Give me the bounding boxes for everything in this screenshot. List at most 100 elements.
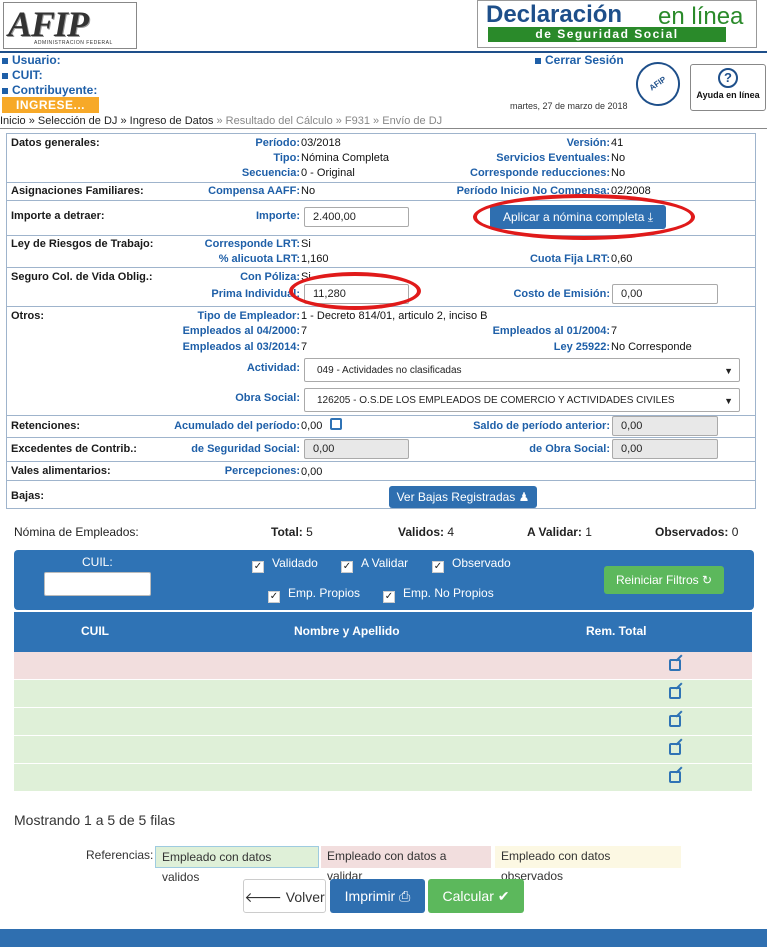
table-row[interactable] xyxy=(14,764,752,792)
section-otros: Otros: xyxy=(11,310,44,322)
calcular-label: Calcular xyxy=(442,888,494,904)
table-row[interactable] xyxy=(14,708,752,736)
edit-icon[interactable] xyxy=(669,771,681,783)
edit-icon[interactable] xyxy=(669,743,681,755)
bullet-icon xyxy=(2,87,8,94)
cerrar-sesion-link[interactable]: Cerrar Sesión xyxy=(535,53,624,67)
check-icon: ✓ xyxy=(383,591,395,603)
cuit-label: CUIT: xyxy=(2,68,43,82)
edit-icon[interactable] xyxy=(669,687,681,699)
ref-avalidar: Empleado con datos a validar xyxy=(321,846,491,883)
edit-icon[interactable] xyxy=(330,418,342,430)
col-cuil[interactable]: CUIL xyxy=(81,624,109,638)
seguridad-social-label: de Seguridad Social: xyxy=(191,443,300,455)
costo-emision-input[interactable]: 0,00 xyxy=(612,284,718,304)
table-row[interactable] xyxy=(14,680,752,708)
imprimir-label: Imprimir xyxy=(344,888,396,904)
filter-panel: CUIL: ✓ Validado ✓ A Validar ✓ Observado ✓ E… xyxy=(14,550,754,610)
check-icon: ✓ xyxy=(252,561,264,573)
check-icon: ✔ xyxy=(497,888,510,904)
periodo-label: Período: xyxy=(255,137,300,149)
validos-count: Validos: 4 xyxy=(398,525,454,539)
empleados-2004-value: 7 xyxy=(611,325,618,337)
col-nombre[interactable]: Nombre y Apellido xyxy=(294,624,400,638)
afip-logo: AFIP ADMINISTRACION FEDERAL xyxy=(3,2,137,49)
reiniciar-filtros-button[interactable]: Reiniciar Filtros ↻ xyxy=(604,566,724,594)
breadcrumb-divider xyxy=(0,128,767,129)
calcular-button[interactable]: Calcular ✔ xyxy=(428,879,524,913)
emp-propios-checkbox[interactable]: ✓ Emp. Propios xyxy=(268,586,360,603)
percepciones-label: Percepciones: xyxy=(224,465,300,477)
con-poliza-label: Con Póliza: xyxy=(240,271,300,283)
reducciones-value: No xyxy=(611,167,626,179)
importe-input[interactable]: 2.400,00 xyxy=(304,207,409,227)
volver-label: Volver xyxy=(285,889,325,905)
section-lrt: Ley de Riesgos de Trabajo: xyxy=(11,238,154,250)
current-date: martes, 27 de marzo de 2018 xyxy=(510,101,628,111)
pagination-info: Mostrando 1 a 5 de 5 filas xyxy=(14,812,176,828)
references-legend: Referencias: Empleado con datos validos … xyxy=(86,846,681,884)
avalidar-filter-label: A Validar xyxy=(361,556,409,570)
section-asignaciones: Asignaciones Familiares: xyxy=(11,185,144,197)
compensa-aaff-label: Compensa AAFF: xyxy=(208,185,300,197)
tipo-value: Nómina Completa xyxy=(301,152,390,164)
emp-no-propios-checkbox[interactable]: ✓ Emp. No Propios xyxy=(383,586,494,603)
check-icon: ✓ xyxy=(268,591,280,603)
breadcrumb-item-seleccion[interactable]: Selección de DJ xyxy=(38,115,118,127)
corresponde-lrt-label: Corresponde LRT: xyxy=(204,238,300,250)
reducciones-label: Corresponde reducciones: xyxy=(470,167,610,179)
ver-bajas-button[interactable]: Ver Bajas Registradas ♟ xyxy=(389,486,537,508)
avalidar-label: A Validar: xyxy=(527,525,582,539)
ingrese-button[interactable]: INGRESE... xyxy=(2,97,99,113)
breadcrumb-sep: » xyxy=(370,115,383,127)
empleados-2000-value: 7 xyxy=(301,325,308,337)
table-row[interactable] xyxy=(14,736,752,764)
usuario-text: Usuario: xyxy=(12,53,61,67)
section-datos-generales: Datos generales: xyxy=(11,137,100,149)
contribuyente-label: Contribuyente: xyxy=(2,83,97,97)
saldo-anterior-label: Saldo de período anterior: xyxy=(473,420,610,432)
breadcrumb-item-ingreso[interactable]: Ingreso de Datos xyxy=(130,115,214,127)
ayuda-label: Ayuda en línea xyxy=(696,90,760,100)
imprimir-button[interactable]: Imprimir ⎙ xyxy=(330,879,425,913)
compensa-aaff-value: No xyxy=(301,185,316,197)
logo-title-a: Declaración xyxy=(486,1,623,28)
col-rem-total[interactable]: Rem. Total xyxy=(586,624,646,638)
afip-seal-icon: AFIP xyxy=(627,53,689,115)
breadcrumb-item-resultado: Resultado del Cálculo xyxy=(225,115,333,127)
volver-button[interactable]: 🡐 Volver xyxy=(243,879,326,913)
ley-25922-value: No Corresponde xyxy=(611,341,692,353)
nomina-label: Nómina de Empleados: xyxy=(14,525,139,539)
section-seguro-vida: Seguro Col. de Vida Oblig.: xyxy=(11,271,153,283)
observados-label: Observados: xyxy=(655,525,729,539)
afip-logo-subtext: ADMINISTRACION FEDERAL xyxy=(34,40,113,46)
references-label: Referencias: xyxy=(86,848,154,862)
empleados-2004-label: Empleados al 01/2004: xyxy=(492,325,610,337)
section-retenciones: Retenciones: xyxy=(11,420,81,432)
edit-icon[interactable] xyxy=(669,715,681,727)
validado-label: Validado xyxy=(272,556,318,570)
check-icon: ✓ xyxy=(341,561,353,573)
edit-icon[interactable] xyxy=(669,659,681,671)
section-importe-detraer: Importe a detraer: xyxy=(11,210,105,222)
ref-valid: Empleado con datos validos xyxy=(155,846,319,884)
row-divider xyxy=(6,480,756,481)
total-count: Total: 5 xyxy=(271,525,313,539)
tipo-empleador-label: Tipo de Empleador: xyxy=(197,310,300,322)
alicuota-lrt-value: 1,160 xyxy=(301,253,329,265)
obra-social-select[interactable]: 126205 - O.S.DE LOS EMPLEADOS DE COMERCI… xyxy=(304,388,740,412)
cuil-filter-input[interactable] xyxy=(44,572,151,596)
chevron-down-icon: ▼ xyxy=(724,396,733,406)
ayuda-button[interactable]: ? Ayuda en línea xyxy=(690,64,766,111)
observado-checkbox[interactable]: ✓ Observado xyxy=(432,556,511,573)
contribuyente-text: Contribuyente: xyxy=(12,83,98,97)
avalidar-checkbox[interactable]: ✓ A Validar xyxy=(341,556,408,573)
afip-logo-text: AFIP xyxy=(8,4,89,44)
actividad-select[interactable]: 049 - Actividades no clasificadas ▼ xyxy=(304,358,740,382)
breadcrumb-sep: » xyxy=(117,115,130,127)
breadcrumb-item-inicio[interactable]: Inicio xyxy=(0,115,26,127)
table-row[interactable] xyxy=(14,652,752,680)
validado-checkbox[interactable]: ✓ Validado xyxy=(252,556,318,573)
arrow-left-icon: 🡐 xyxy=(244,889,282,905)
servicios-eventuales-label: Servicios Eventuales: xyxy=(496,152,610,164)
